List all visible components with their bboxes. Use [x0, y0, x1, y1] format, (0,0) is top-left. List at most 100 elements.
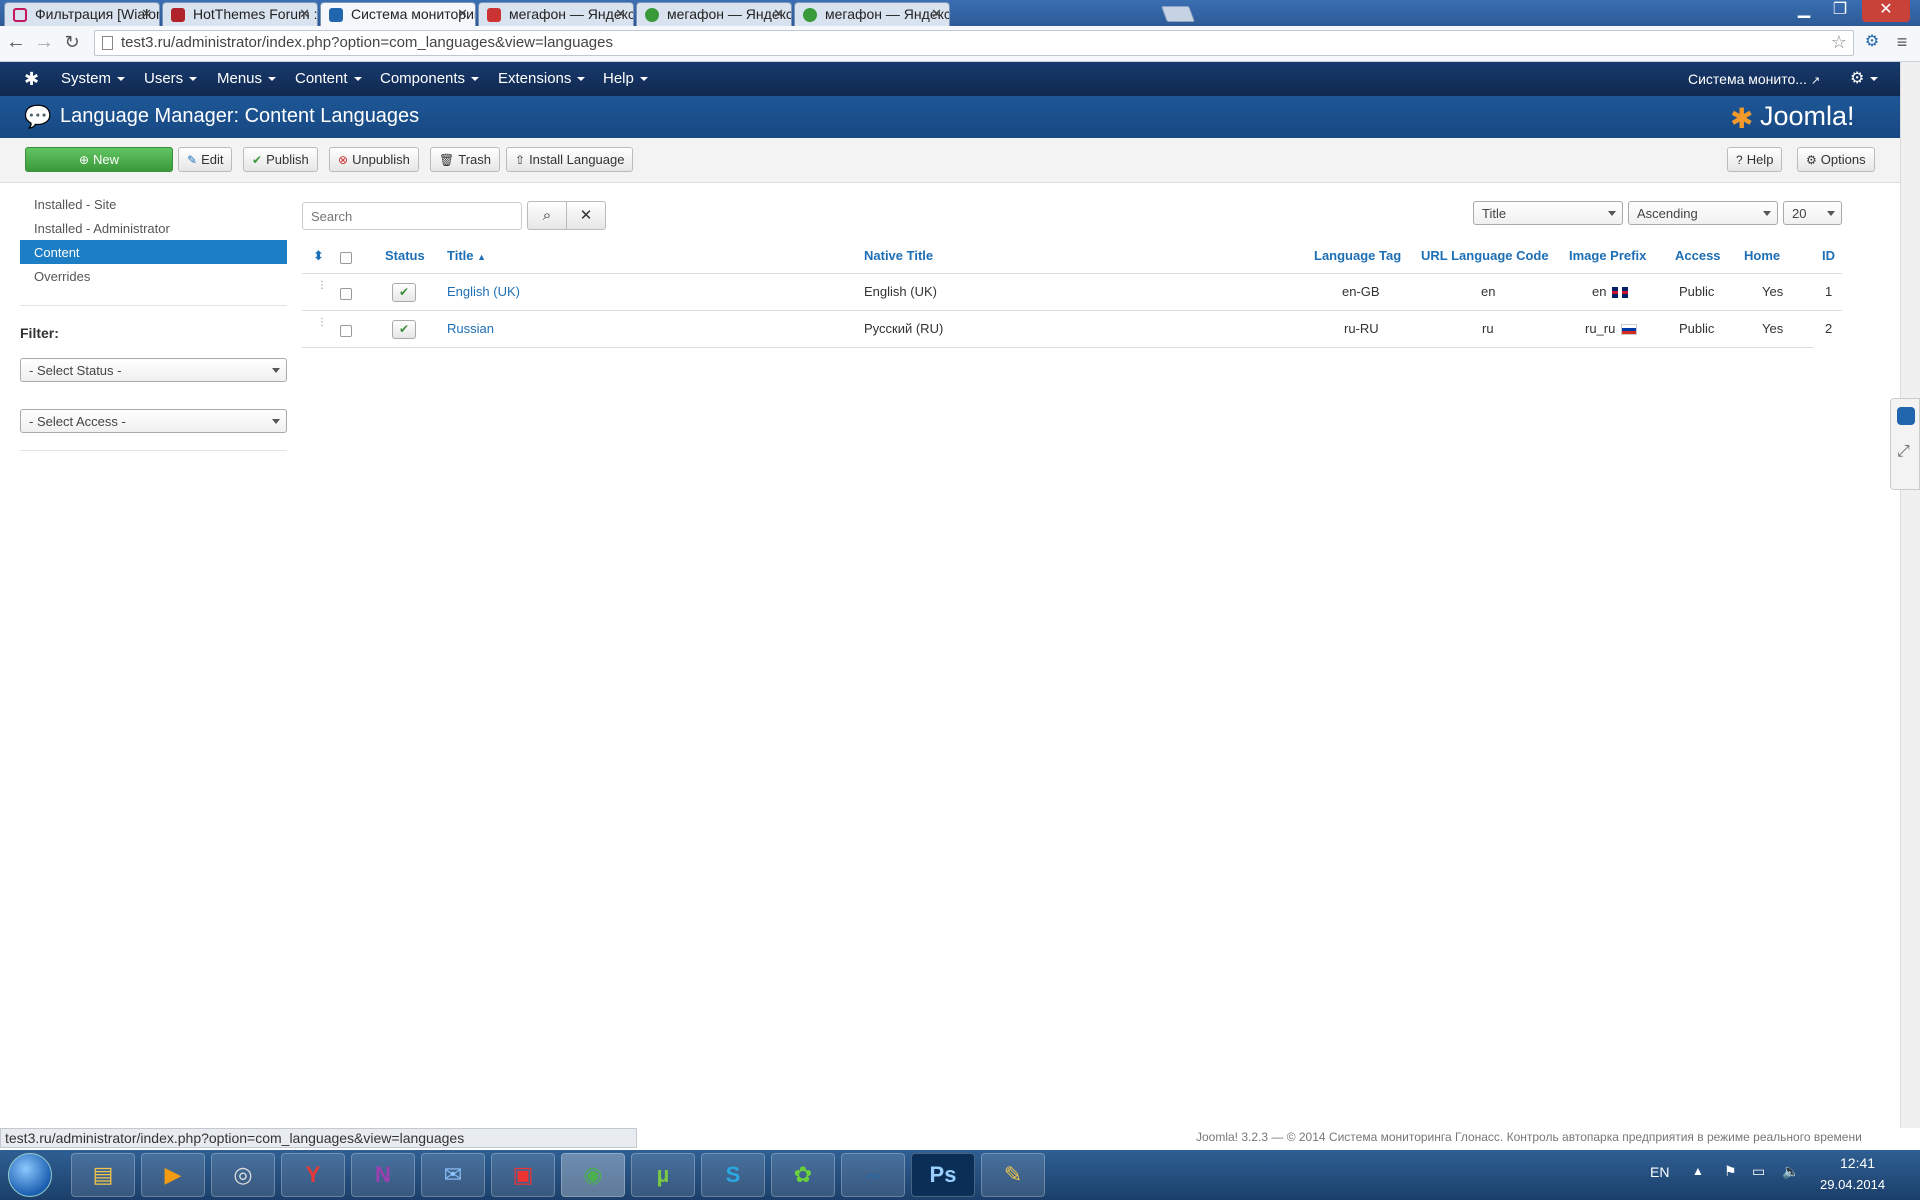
expand-icon[interactable]: ⤢ — [1897, 443, 1910, 461]
icq-icon[interactable]: ✿ — [771, 1153, 835, 1197]
address-bar[interactable]: test3.ru/administrator/index.php?option=… — [94, 30, 1854, 56]
skype-icon[interactable]: S — [701, 1153, 765, 1197]
publish-button[interactable]: ✔ Publish — [243, 147, 318, 172]
chrome-icon[interactable]: ◉ — [561, 1153, 625, 1197]
monitor-icon[interactable]: ▭ — [1752, 1163, 1765, 1180]
browser-tab-6[interactable]: мегафон — Яндекс: ✕ — [794, 2, 950, 26]
search-input[interactable] — [302, 202, 522, 230]
drag-handle-icon[interactable]: ⋮ — [317, 281, 327, 291]
menu-system[interactable]: System — [61, 62, 126, 96]
new-button[interactable]: ⊕ New — [25, 147, 173, 172]
volume-icon[interactable]: 🔈 — [1782, 1163, 1799, 1180]
browser-tab-3-active[interactable]: Система мониторин ✕ — [320, 2, 476, 26]
search-button[interactable]: ⌕ — [527, 201, 567, 230]
save-disk-icon[interactable]: ▣ — [491, 1153, 555, 1197]
joomla-icon[interactable]: ✱ — [24, 62, 39, 96]
back-arrow-icon[interactable]: ← — [4, 31, 28, 55]
sort-field-dropdown[interactable]: Title — [1473, 201, 1623, 225]
cancel-circle-icon: ⊗ — [338, 153, 349, 167]
gear-icon[interactable]: ⚙ — [1850, 62, 1879, 96]
menu-help[interactable]: Help — [603, 62, 648, 96]
clock-time[interactable]: 12:41 — [1840, 1155, 1875, 1171]
teamviewer-side-panel[interactable]: ⤢ — [1890, 398, 1920, 490]
teamviewer-icon[interactable]: ⇔ — [841, 1153, 905, 1197]
column-header-status[interactable]: Status — [385, 248, 425, 263]
sort-direction-dropdown[interactable]: Ascending — [1628, 201, 1778, 225]
language-title-link[interactable]: English (UK) — [447, 284, 520, 299]
check-all-checkbox[interactable] — [340, 252, 352, 264]
paint-icon[interactable]: ✎ — [981, 1153, 1045, 1197]
ordering-sort-icon[interactable]: ⬍ — [313, 248, 324, 264]
close-icon[interactable]: ✕ — [457, 6, 468, 22]
utorrent-icon[interactable]: µ — [631, 1153, 695, 1197]
column-header-title[interactable]: Title ▲ — [447, 248, 486, 263]
clear-search-button[interactable]: ✕ — [566, 201, 606, 230]
new-tab-button[interactable] — [1161, 6, 1195, 22]
network-icon[interactable]: ⚑ — [1724, 1163, 1737, 1180]
windows-start-icon[interactable] — [8, 1153, 52, 1197]
menu-extensions[interactable]: Extensions — [498, 62, 586, 96]
column-header-image-prefix[interactable]: Image Prefix — [1569, 248, 1646, 263]
clock-date[interactable]: 29.04.2014 — [1820, 1177, 1885, 1192]
browser-tab-4[interactable]: мегафон — Яндекс: ✕ — [478, 2, 634, 26]
trash-button[interactable]: 🗑 Trash — [430, 147, 500, 172]
tray-expand-icon[interactable]: ▲ — [1692, 1164, 1704, 1178]
bookmark-star-icon[interactable]: ☆ — [1831, 32, 1847, 53]
sidebar-item-overrides[interactable]: Overrides — [20, 264, 287, 288]
column-header-language-tag[interactable]: Language Tag — [1314, 248, 1401, 263]
sidebar-item-content[interactable]: Content — [20, 240, 287, 264]
teamviewer-icon[interactable] — [1897, 407, 1915, 425]
published-toggle[interactable]: ✔ — [392, 320, 416, 339]
column-header-home[interactable]: Home — [1744, 248, 1780, 263]
keyboard-language[interactable]: EN — [1650, 1164, 1669, 1180]
menu-components[interactable]: Components — [380, 62, 480, 96]
extension-icon[interactable]: ⚙ — [1860, 31, 1884, 55]
site-link[interactable]: Система монито... ↗ — [1688, 62, 1820, 96]
maximize-icon[interactable]: ❐ — [1826, 0, 1854, 22]
menu-users[interactable]: Users — [144, 62, 198, 96]
opera-icon[interactable]: ◎ — [211, 1153, 275, 1197]
help-button[interactable]: ? Help — [1727, 147, 1783, 172]
window-close-icon[interactable]: ✕ — [1862, 0, 1910, 22]
browser-tab-2[interactable]: HotThemes Forum :: ✕ — [162, 2, 318, 26]
page-scrollbar[interactable] — [1900, 62, 1920, 1128]
menu-menus[interactable]: Menus — [217, 62, 277, 96]
browser-tab-5[interactable]: мегафон — Яндекс: ✕ — [636, 2, 792, 26]
minimize-icon[interactable]: ▁ — [1790, 0, 1818, 22]
column-header-access[interactable]: Access — [1675, 248, 1721, 263]
close-icon[interactable]: ✕ — [141, 6, 152, 22]
forward-arrow-icon[interactable]: → — [32, 31, 56, 55]
chrome-menu-icon[interactable]: ≡ — [1890, 31, 1914, 55]
unpublish-button[interactable]: ⊗ Unpublish — [329, 147, 419, 172]
explorer-icon[interactable]: ▤ — [71, 1153, 135, 1197]
media-player-icon[interactable]: ▶ — [141, 1153, 205, 1197]
close-icon[interactable]: ✕ — [615, 6, 626, 22]
language-title-link[interactable]: Russian — [447, 321, 494, 336]
column-header-id[interactable]: ID — [1822, 248, 1835, 263]
yandex-favicon-icon — [487, 8, 501, 22]
onenote-icon[interactable]: N — [351, 1153, 415, 1197]
browser-tab-1[interactable]: Фильтрация [Wialon ✕ — [4, 2, 160, 26]
select-access-dropdown[interactable]: - Select Access - — [20, 409, 287, 433]
reload-icon[interactable]: ↻ — [60, 31, 84, 55]
column-header-url-language-code[interactable]: URL Language Code — [1421, 248, 1549, 263]
list-limit-dropdown[interactable]: 20 — [1783, 201, 1842, 225]
column-header-native-title[interactable]: Native Title — [864, 248, 933, 263]
install-language-button[interactable]: ⇧ Install Language — [506, 147, 634, 172]
row-checkbox[interactable] — [340, 288, 352, 300]
yandex-browser-icon[interactable]: Y — [281, 1153, 345, 1197]
drag-handle-icon[interactable]: ⋮ — [317, 318, 327, 328]
select-status-dropdown[interactable]: - Select Status - — [20, 358, 287, 382]
close-icon[interactable]: ✕ — [773, 6, 784, 22]
row-checkbox[interactable] — [340, 325, 352, 337]
sidebar-item-installed-administrator[interactable]: Installed - Administrator — [20, 216, 287, 240]
options-button[interactable]: ⚙ Options — [1797, 147, 1875, 172]
published-toggle[interactable]: ✔ — [392, 283, 416, 302]
edit-button[interactable]: ✎ Edit — [178, 147, 233, 172]
close-icon[interactable]: ✕ — [299, 6, 310, 22]
menu-content[interactable]: Content — [295, 62, 362, 96]
close-icon[interactable]: ✕ — [931, 6, 942, 22]
sidebar-item-installed-site[interactable]: Installed - Site — [20, 192, 287, 216]
thunderbird-icon[interactable]: ✉ — [421, 1153, 485, 1197]
photoshop-icon[interactable]: Ps — [911, 1153, 975, 1197]
